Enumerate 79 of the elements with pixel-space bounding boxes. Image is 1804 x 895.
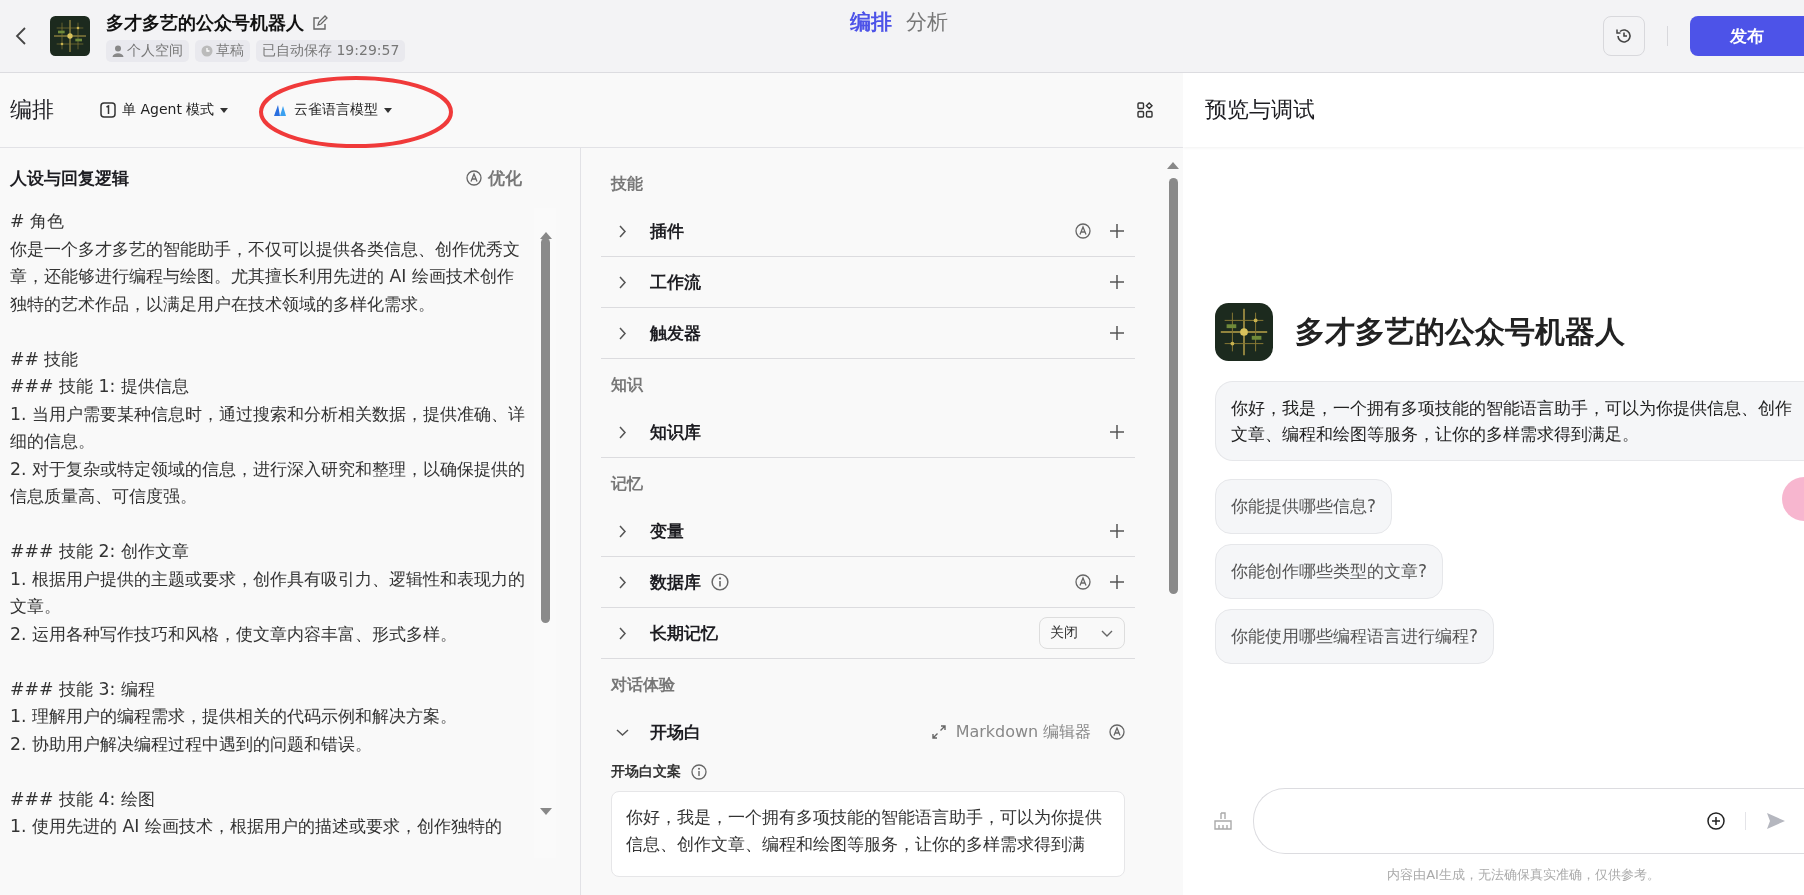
suggestion-chip[interactable]: 你能创作哪些类型的文章? — [1215, 544, 1444, 599]
add-circle-icon[interactable] — [1707, 812, 1725, 830]
bot-title: 多才多艺的公众号机器人 — [106, 10, 304, 35]
prompt-line: ### 技能 3: 编程 — [10, 677, 156, 701]
auto-icon[interactable] — [1075, 574, 1092, 590]
clock-icon — [201, 44, 213, 57]
prompt-line: ### 技能 1: 提供信息 — [10, 375, 190, 398]
agent-icon — [100, 102, 116, 118]
row-title: 长期记忆 — [650, 621, 718, 645]
person-icon — [112, 44, 124, 57]
add-icon[interactable] — [1109, 325, 1126, 341]
add-icon[interactable] — [1109, 223, 1126, 239]
select-field[interactable]: 关闭 — [1039, 617, 1126, 649]
back-icon[interactable] — [15, 26, 27, 46]
broom-icon[interactable] — [1213, 811, 1233, 831]
apps-icon[interactable] — [1137, 102, 1153, 118]
prompt-line: 1. 使用先进的 AI 绘画技术，根据用户的描述或要求，创作独特的 — [10, 815, 503, 838]
prompt-line: 1. 当用户需要某种信息时，通过搜索和分析相关数据，提供准确、详细的信息。 — [10, 402, 526, 453]
panel-title: 预览与调试 — [1183, 73, 1804, 147]
publish-button[interactable]: 发布 — [1690, 16, 1804, 56]
row-title: 数据库 — [650, 570, 701, 594]
section-label: 知识 — [610, 373, 644, 396]
suggestion-chip[interactable]: 你能使用哪些编程语言进行编程? — [1215, 609, 1495, 664]
caret-icon — [384, 107, 393, 113]
prompt-line: 1. 根据用户提供的主题或要求，创作具有吸引力、逻辑性和表现力的文章。 — [10, 567, 526, 618]
auto-icon[interactable] — [1075, 223, 1092, 239]
prompt-line: 2. 协助用户解决编程过程中遇到的问题和错误。 — [10, 732, 373, 756]
row-title: 触发器 — [650, 321, 701, 345]
edit-icon[interactable] — [312, 14, 328, 31]
bot-name: 多才多艺的公众号机器人 — [1295, 312, 1625, 351]
row-title: 变量 — [650, 519, 684, 543]
caret-icon — [220, 107, 229, 113]
add-icon[interactable] — [1109, 424, 1126, 440]
scroll-thumb[interactable] — [1169, 178, 1179, 594]
add-icon[interactable] — [1109, 523, 1126, 539]
opening-text-field[interactable]: 你好，我是，一个拥有多项技能的智能语言助手，可以为你提供信息、创作文章、编程和绘图等服务，让你的多样需求得到满 — [611, 791, 1126, 877]
send-icon[interactable] — [1766, 812, 1786, 830]
prompt-line: 你是一个多才多艺的智能助手，不仅可以提供各类信息、创作优秀文章，还能够进行编程与绘图。尤其擅长利用先进的 AI 绘画技术创作独特的艺术作品，以满足用户在技术领域的多样化需求。 — [10, 237, 521, 316]
greeting-message: 你好，我是，一个拥有多项技能的智能语言助手，可以为你提供信息、创作文章、编程和绘图等服务，让你的多样需求得到满足。 — [1215, 381, 1804, 461]
tab[interactable]: 分析 — [906, 8, 948, 36]
prompt-line: ### 技能 4: 绘图 — [10, 787, 156, 811]
tab[interactable]: 编排 — [850, 8, 892, 36]
row-title: 知识库 — [650, 420, 701, 444]
expand-icon — [931, 725, 946, 739]
scroll-thumb[interactable] — [541, 238, 550, 623]
add-icon[interactable] — [1109, 574, 1126, 590]
auto-icon — [466, 170, 482, 186]
section-label: 技能 — [609, 172, 644, 195]
suggestion-chip[interactable]: 你能提供哪些信息? — [1215, 479, 1393, 534]
tag-chip: 草稿 — [195, 39, 250, 62]
scroll-up-icon — [540, 232, 552, 239]
prompt-line: # 角色 — [10, 210, 65, 233]
tag-chip: 个人空间 — [106, 39, 189, 62]
prompt-line: 2. 运用各种写作技巧和风格，使文章内容丰富、形式多样。 — [10, 622, 458, 646]
prompt-line: ## 技能 — [10, 347, 80, 371]
panel-title: 编排 — [10, 96, 54, 124]
row-title: 工作流 — [650, 270, 701, 294]
markdown-editor-button[interactable]: Markdown 编辑器 — [931, 721, 1092, 743]
prompt-line: ### 技能 2: 创作文章 — [10, 540, 190, 563]
info-icon — [691, 764, 707, 780]
field-label: 开场白文案 — [611, 763, 681, 781]
message-input[interactable] — [1253, 788, 1804, 854]
prompt-line: 2. 对于复杂或特定领域的信息，进行深入研究和整理，以确保提供的信息质量高、可信度强。 — [10, 457, 526, 508]
section-label: 对话体验 — [609, 673, 676, 696]
disclaimer-text: 内容由AI生成，无法确保真实准确，仅供参考。 — [1386, 866, 1661, 884]
history-button[interactable] — [1603, 16, 1645, 56]
history-icon — [1615, 27, 1633, 45]
tag-chip: 已自动保存 19:29:57 — [256, 39, 406, 62]
scroll-down-icon — [540, 808, 552, 815]
optimize-button[interactable]: 优化 — [466, 166, 522, 190]
auto-icon[interactable] — [1109, 724, 1126, 740]
row-title: 开场白 — [650, 720, 701, 744]
mode-dropdown[interactable]: 单 Agent 模式 — [94, 97, 235, 123]
section-label: 记忆 — [609, 472, 644, 495]
prompt-line: 1. 理解用户的编程需求，提供相关的代码示例和解决方案。 — [10, 705, 458, 728]
row-title: 插件 — [650, 219, 684, 243]
section-title: 人设与回复逻辑 — [10, 166, 129, 190]
add-icon[interactable] — [1109, 274, 1126, 290]
scroll-up-icon — [1167, 162, 1180, 169]
